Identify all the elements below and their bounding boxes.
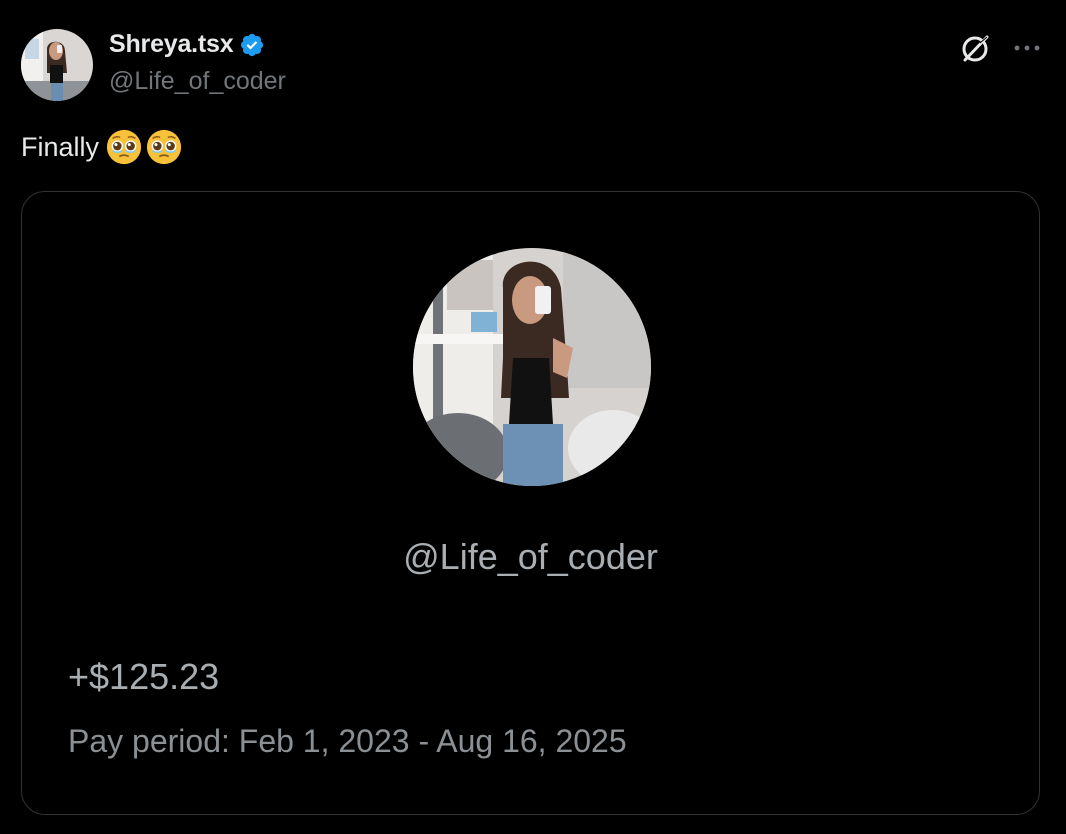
verified-badge-icon bbox=[241, 33, 264, 56]
author-handle[interactable]: @Life_of_coder bbox=[109, 67, 286, 96]
card-avatar bbox=[413, 248, 651, 486]
emoji-group bbox=[105, 128, 183, 166]
grok-icon[interactable] bbox=[958, 32, 992, 66]
pay-period: Pay period: Feb 1, 2023 - Aug 16, 2025 bbox=[68, 723, 627, 759]
profile-photo-icon bbox=[413, 248, 651, 486]
profile-photo-icon bbox=[21, 29, 93, 101]
author-name-row: Shreya.tsx bbox=[109, 30, 265, 59]
pleading-face-emoji-icon bbox=[146, 129, 182, 165]
payout-amount: +$125.23 bbox=[68, 656, 220, 697]
pleading-face-emoji-icon bbox=[106, 129, 142, 165]
post-text-content: Finally bbox=[21, 131, 100, 162]
post-text: Finally bbox=[21, 128, 183, 166]
card-handle: @Life_of_coder bbox=[403, 536, 658, 577]
payout-card[interactable]: @Life_of_coder +$125.23 Pay period: Feb … bbox=[21, 191, 1040, 815]
author-display-name[interactable]: Shreya.tsx bbox=[109, 30, 234, 59]
author-avatar[interactable] bbox=[21, 29, 93, 101]
more-horizontal-icon[interactable] bbox=[1012, 33, 1042, 63]
